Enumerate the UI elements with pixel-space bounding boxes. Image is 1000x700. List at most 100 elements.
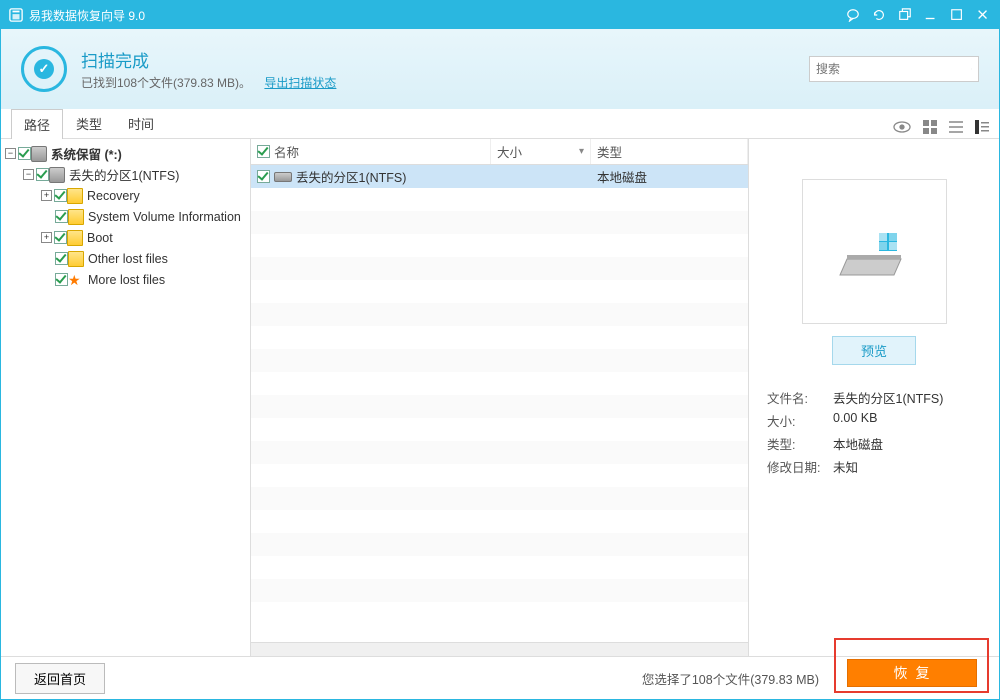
folder-icon — [68, 209, 84, 225]
tree-item-label: System Volume Information — [88, 210, 241, 224]
preview-panel: 预览 文件名:丢失的分区1(NTFS) 大小:0.00 KB 类型:本地磁盘 修… — [749, 139, 999, 656]
horizontal-scrollbar[interactable] — [251, 642, 748, 656]
tree-item-label: Boot — [87, 231, 113, 245]
file-row-empty — [251, 510, 748, 533]
back-home-button[interactable]: 返回首页 — [15, 663, 105, 694]
grid-view-icon[interactable] — [923, 120, 937, 134]
sort-indicator-icon[interactable]: ▾ — [579, 146, 584, 157]
drive-icon — [49, 167, 65, 183]
tab-type[interactable]: 类型 — [63, 108, 115, 138]
newwindow-icon[interactable] — [897, 7, 913, 23]
tree-item[interactable]: Other lost files — [1, 248, 250, 269]
window-controls — [845, 7, 991, 23]
export-scan-link[interactable]: 导出扫描状态 — [264, 76, 336, 90]
close-icon[interactable] — [975, 7, 991, 23]
scan-heading: 扫描完成 — [81, 47, 336, 72]
tree-item[interactable]: ★ More lost files — [1, 269, 250, 290]
list-view-icon[interactable] — [949, 120, 963, 134]
file-list-header: 名称 大小 ▾ 类型 — [251, 139, 748, 165]
col-name-label: 名称 — [274, 142, 299, 161]
file-row-empty — [251, 372, 748, 395]
file-row-empty — [251, 395, 748, 418]
checkbox[interactable] — [54, 231, 67, 244]
tree-item[interactable]: + Recovery — [1, 185, 250, 206]
detail-view-icon[interactable] — [975, 120, 989, 134]
col-type-header[interactable]: 类型 — [591, 139, 748, 164]
tab-time[interactable]: 时间 — [115, 108, 167, 138]
tree-item[interactable]: + Boot — [1, 227, 250, 248]
search-input[interactable] — [816, 62, 971, 76]
file-row-empty — [251, 188, 748, 211]
file-list: 名称 大小 ▾ 类型 丢失的分区1(NTFS) 本地磁盘 — [251, 139, 749, 656]
folder-icon — [67, 230, 83, 246]
preview-button[interactable]: 预览 — [832, 336, 916, 365]
refresh-icon[interactable] — [871, 7, 887, 23]
chat-icon[interactable] — [845, 7, 861, 23]
minimize-icon[interactable] — [923, 7, 939, 23]
search-icon[interactable] — [971, 62, 972, 76]
footer: 返回首页 您选择了108个文件(379.83 MB) 恢复 — [1, 657, 999, 699]
file-row-empty — [251, 211, 748, 234]
folder-icon — [68, 251, 84, 267]
collapse-icon[interactable]: − — [5, 148, 16, 159]
tab-path[interactable]: 路径 — [11, 109, 63, 139]
file-row-empty — [251, 487, 748, 510]
preview-thumbnail — [802, 179, 947, 324]
file-row-empty — [251, 234, 748, 257]
file-rows: 丢失的分区1(NTFS) 本地磁盘 — [251, 165, 748, 642]
file-row[interactable]: 丢失的分区1(NTFS) 本地磁盘 — [251, 165, 748, 188]
maximize-icon[interactable] — [949, 7, 965, 23]
select-all-checkbox[interactable] — [257, 145, 270, 158]
col-name-header[interactable]: 名称 — [251, 139, 491, 164]
main-area: − 系统保留 (*:) − 丢失的分区1(NTFS) + Recovery Sy… — [1, 139, 999, 657]
meta-modified-label: 修改日期: — [767, 456, 831, 477]
file-name: 丢失的分区1(NTFS) — [296, 167, 406, 186]
app-icon — [9, 8, 23, 22]
tree-root-label: 系统保留 (*:) — [51, 144, 122, 163]
selection-status: 您选择了108个文件(379.83 MB) — [642, 669, 819, 688]
file-row-empty — [251, 280, 748, 303]
drive-icon — [31, 146, 47, 162]
checkbox[interactable] — [55, 252, 68, 265]
scan-header: ✓ 扫描完成 已找到108个文件(379.83 MB)。 导出扫描状态 — [1, 29, 999, 109]
tree-partition[interactable]: − 丢失的分区1(NTFS) — [1, 164, 250, 185]
col-type-label: 类型 — [597, 142, 622, 161]
col-size-header[interactable]: 大小 ▾ — [491, 139, 591, 164]
file-row-empty — [251, 464, 748, 487]
tree-item-label: Other lost files — [88, 252, 168, 266]
expand-icon[interactable]: + — [41, 190, 52, 201]
file-row-empty — [251, 441, 748, 464]
scan-subtitle: 已找到108个文件(379.83 MB)。 — [81, 76, 251, 90]
drive-icon — [274, 172, 292, 182]
recover-button[interactable]: 恢复 — [847, 659, 977, 687]
eye-icon[interactable] — [893, 120, 911, 134]
file-row-empty — [251, 349, 748, 372]
col-size-label: 大小 — [497, 142, 522, 161]
meta-filename-value: 丢失的分区1(NTFS) — [833, 387, 943, 408]
tree-item[interactable]: System Volume Information — [1, 206, 250, 227]
checkbox[interactable] — [18, 147, 31, 160]
search-box[interactable] — [809, 56, 979, 82]
tree-item-label: More lost files — [88, 273, 165, 287]
checkbox[interactable] — [55, 273, 68, 286]
meta-type-value: 本地磁盘 — [833, 433, 943, 454]
file-row-empty — [251, 579, 748, 602]
meta-type-label: 类型: — [767, 433, 831, 454]
title-bar: 易我数据恢复向导 9.0 — [1, 1, 999, 29]
checkbox[interactable] — [36, 168, 49, 181]
tree-item-label: Recovery — [87, 189, 140, 203]
collapse-icon[interactable]: − — [23, 169, 34, 180]
checkbox[interactable] — [55, 210, 68, 223]
expand-icon[interactable]: + — [41, 232, 52, 243]
folder-icon — [67, 188, 83, 204]
tree-root[interactable]: − 系统保留 (*:) — [1, 143, 250, 164]
tree-partition-label: 丢失的分区1(NTFS) — [69, 165, 179, 184]
file-row-empty — [251, 257, 748, 280]
disk-thumbnail-icon — [839, 227, 909, 277]
file-row-empty — [251, 556, 748, 579]
window-title: 易我数据恢复向导 9.0 — [29, 7, 845, 24]
row-checkbox[interactable] — [257, 170, 270, 183]
file-row-empty — [251, 418, 748, 441]
checkbox[interactable] — [54, 189, 67, 202]
folder-tree: − 系统保留 (*:) − 丢失的分区1(NTFS) + Recovery Sy… — [1, 139, 251, 656]
